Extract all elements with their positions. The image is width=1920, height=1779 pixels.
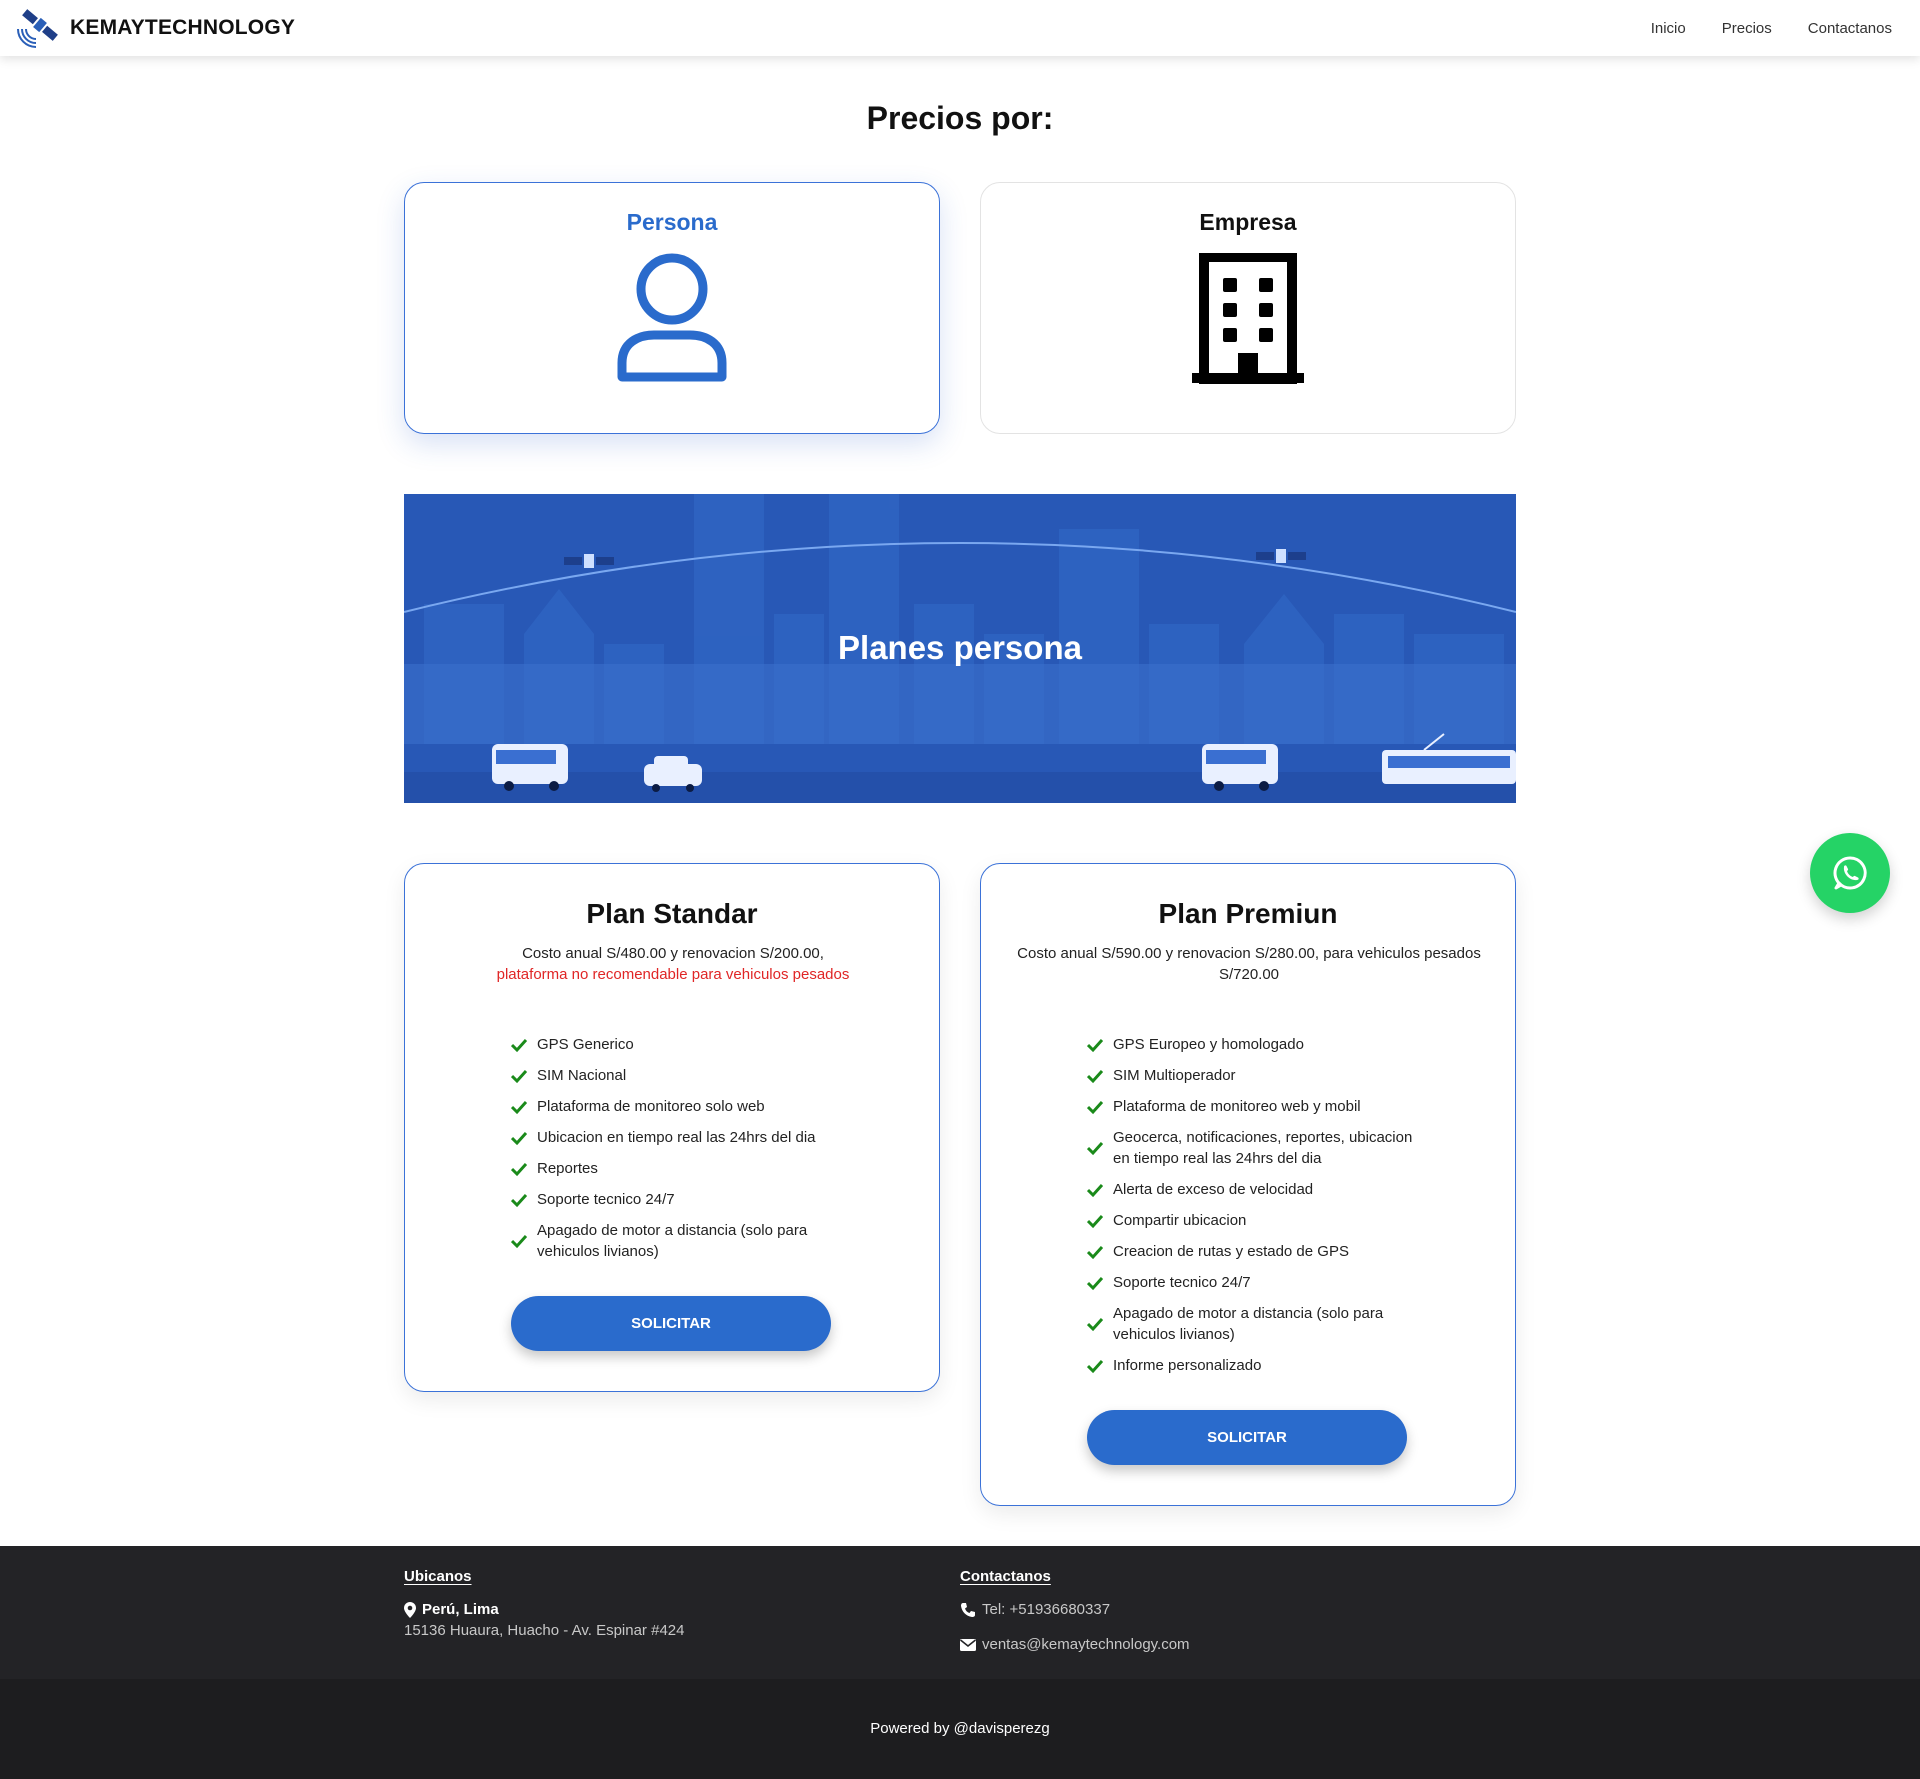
nav-link-inicio[interactable]: Inicio (1651, 20, 1686, 37)
check-icon (1087, 1276, 1103, 1290)
check-icon (1087, 1214, 1103, 1228)
choice-card-empresa[interactable]: Empresa (980, 182, 1516, 434)
bus-right (1202, 744, 1278, 791)
solicitar-button-standar[interactable]: SOLICITAR (511, 1296, 831, 1351)
feature-item: Plataforma de monitoreo solo web (511, 1096, 851, 1117)
feature-item: SIM Multioperador (1087, 1065, 1427, 1086)
whatsapp-icon (1833, 856, 1867, 890)
footer-ubicanos: Ubicanos Perú, Lima 15136 Huaura, Huacho… (404, 1568, 684, 1639)
envelope-icon (960, 1638, 976, 1651)
footer-email[interactable]: ventas@kemaytechnology.com (960, 1636, 1190, 1653)
plan-title: Plan Premiun (1158, 898, 1338, 929)
brand[interactable]: KEMAYTECHNOLOGY (14, 4, 295, 52)
feature-item: Apagado de motor a distancia (solo para … (1087, 1303, 1427, 1345)
feature-item: GPS Europeo y homologado (1087, 1034, 1427, 1055)
brand-name: KEMAYTECHNOLOGY (70, 16, 296, 39)
feature-item: Reportes (511, 1158, 851, 1179)
page-title: Precios por: (866, 100, 1054, 136)
footer-address: 15136 Huaura, Huacho - Av. Espinar #424 (404, 1622, 685, 1639)
nav-link-contactanos[interactable]: Contactanos (1808, 20, 1892, 37)
footer-contactanos: Contactanos Tel: +51936680337 ventas@kem… (960, 1568, 1190, 1653)
check-icon (1087, 1317, 1103, 1332)
feature-list: GPS Generico SIM Nacional Plataforma de … (511, 1034, 851, 1272)
feature-item: Geocerca, notificaciones, reportes, ubic… (1087, 1127, 1427, 1169)
bus-left (492, 744, 568, 791)
feature-item: SIM Nacional (511, 1065, 851, 1086)
footer-place: Perú, Lima (404, 1601, 684, 1618)
feature-item: Alerta de exceso de velocidad (1087, 1179, 1427, 1200)
check-icon (1087, 1359, 1103, 1373)
feature-item: Informe personalizado (1087, 1355, 1427, 1376)
nav-link-precios[interactable]: Precios (1722, 20, 1772, 37)
choice-title-empresa: Empresa (1199, 209, 1297, 235)
check-icon (511, 1193, 527, 1207)
choice-card-persona[interactable]: Persona (404, 182, 940, 434)
solicitar-button-premiun[interactable]: SOLICITAR (1087, 1410, 1407, 1465)
check-icon (1087, 1245, 1103, 1259)
check-icon (511, 1038, 527, 1052)
feature-item: Compartir ubicacion (1087, 1210, 1427, 1231)
check-icon (1087, 1038, 1103, 1052)
footer-heading-contactanos: Contactanos (960, 1568, 1051, 1585)
choice-title-persona: Persona (626, 209, 718, 235)
whatsapp-button[interactable] (1810, 833, 1890, 913)
nav-links: Inicio Precios Contactanos (1615, 0, 1892, 56)
feature-list: GPS Europeo y homologado SIM Multioperad… (1087, 1034, 1427, 1386)
check-icon (511, 1069, 527, 1083)
check-icon (511, 1162, 527, 1176)
footer-phone[interactable]: Tel: +51936680337 (960, 1601, 1190, 1618)
feature-item: GPS Generico (511, 1034, 851, 1055)
feature-item: Soporte tecnico 24/7 (1087, 1272, 1427, 1293)
banner-title: Planes persona (838, 629, 1082, 666)
plan-card-premiun: Plan Premiun Costo anual S/590.00 y reno… (980, 863, 1516, 1506)
check-icon (1087, 1141, 1103, 1156)
person-icon (617, 253, 727, 382)
feature-item: Apagado de motor a distancia (solo para … (511, 1220, 851, 1262)
powered-by: Powered by @davisperezg (870, 1720, 1050, 1737)
building-icon (1192, 253, 1304, 384)
footer-heading-ubicanos: Ubicanos (404, 1568, 472, 1585)
check-icon (1087, 1069, 1103, 1083)
feature-item: Creacion de rutas y estado de GPS (1087, 1241, 1427, 1262)
map-marker-icon (404, 1601, 416, 1618)
phone-icon (961, 1602, 975, 1617)
check-icon (511, 1100, 527, 1114)
footer: Ubicanos Perú, Lima 15136 Huaura, Huacho… (0, 1546, 1920, 1679)
check-icon (1087, 1183, 1103, 1197)
check-icon (1087, 1100, 1103, 1114)
plan-title: Plan Standar (586, 898, 758, 929)
check-icon (511, 1234, 527, 1249)
plan-warning: plataforma no recomendable para vehiculo… (496, 966, 850, 983)
check-icon (511, 1131, 527, 1145)
navbar: KEMAYTECHNOLOGY Inicio Precios Contactan… (0, 0, 1920, 56)
feature-item: Ubicacion en tiempo real las 24hrs del d… (511, 1127, 851, 1148)
plan-card-standar: Plan Standar Costo anual S/480.00 y reno… (404, 863, 940, 1392)
bottom-bar: Powered by @davisperezg (0, 1679, 1920, 1779)
plan-description: Costo anual S/590.00 y renovacion S/280.… (1017, 945, 1481, 983)
plan-description: Costo anual S/480.00 y renovacion S/200.… (496, 945, 850, 983)
plans-banner: Planes persona (404, 494, 1516, 803)
satellite-logo-icon (17, 9, 58, 48)
feature-item: Plataforma de monitoreo web y mobil (1087, 1096, 1427, 1117)
feature-item: Soporte tecnico 24/7 (511, 1189, 851, 1210)
